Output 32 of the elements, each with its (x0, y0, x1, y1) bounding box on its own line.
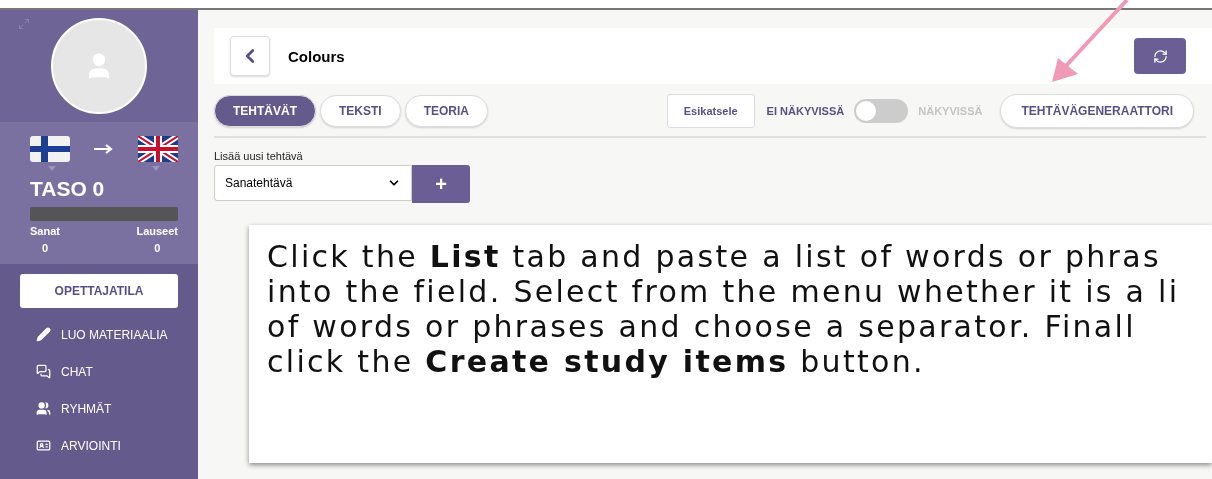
nav-item[interactable]: ARVIOINTI (15, 427, 183, 464)
pencil-icon (36, 327, 51, 342)
tab[interactable]: TEHTÄVÄT (214, 95, 316, 127)
stat-label: Lauseet (136, 225, 178, 237)
right-arrow-icon (94, 144, 114, 154)
generator-button[interactable]: TEHTÄVÄGENERAATTORI (1000, 94, 1194, 128)
add-button[interactable]: + (412, 165, 470, 203)
instruction-text: Click the List tab and paste a list of words or phras into the field. Select from the menu whether it is a li of words or phrases and choose a separator. Finall click the Create study items button. (267, 239, 1181, 379)
teacher-mode-button[interactable]: OPETTAJATILA (20, 274, 178, 308)
card-icon (36, 438, 51, 453)
toggle-label: EI NÄKYVISSÄ (766, 105, 845, 117)
field-label: Lisää uusi tehtävä (214, 150, 304, 162)
users-icon (36, 401, 51, 416)
uk-flag-icon[interactable] (138, 136, 178, 162)
nav-item[interactable]: LUO MATERIAALIA (15, 316, 183, 353)
tab[interactable]: TEORIA (404, 95, 488, 127)
refresh-icon (1152, 48, 1168, 64)
nav-item[interactable]: CHAT (15, 353, 183, 390)
chat-icon (36, 364, 51, 379)
finland-flag-icon[interactable] (30, 136, 70, 162)
stat-value: 0 (154, 242, 161, 254)
level-title: TASO 0 (30, 177, 106, 201)
visibility-toggle[interactable] (854, 99, 909, 123)
back-button[interactable] (230, 36, 270, 76)
nav-item[interactable]: RYHMÄT (15, 390, 183, 427)
stat-label: Sanat (30, 225, 60, 237)
preview-button[interactable]: Esikatsele (666, 94, 755, 128)
page-title: Colours (288, 47, 346, 65)
task-type-select[interactable]: Sanatehtävä (214, 165, 412, 201)
tab[interactable]: TEKSTI (320, 95, 401, 127)
refresh-button[interactable] (1134, 38, 1186, 74)
stat-value: 0 (41, 242, 49, 254)
